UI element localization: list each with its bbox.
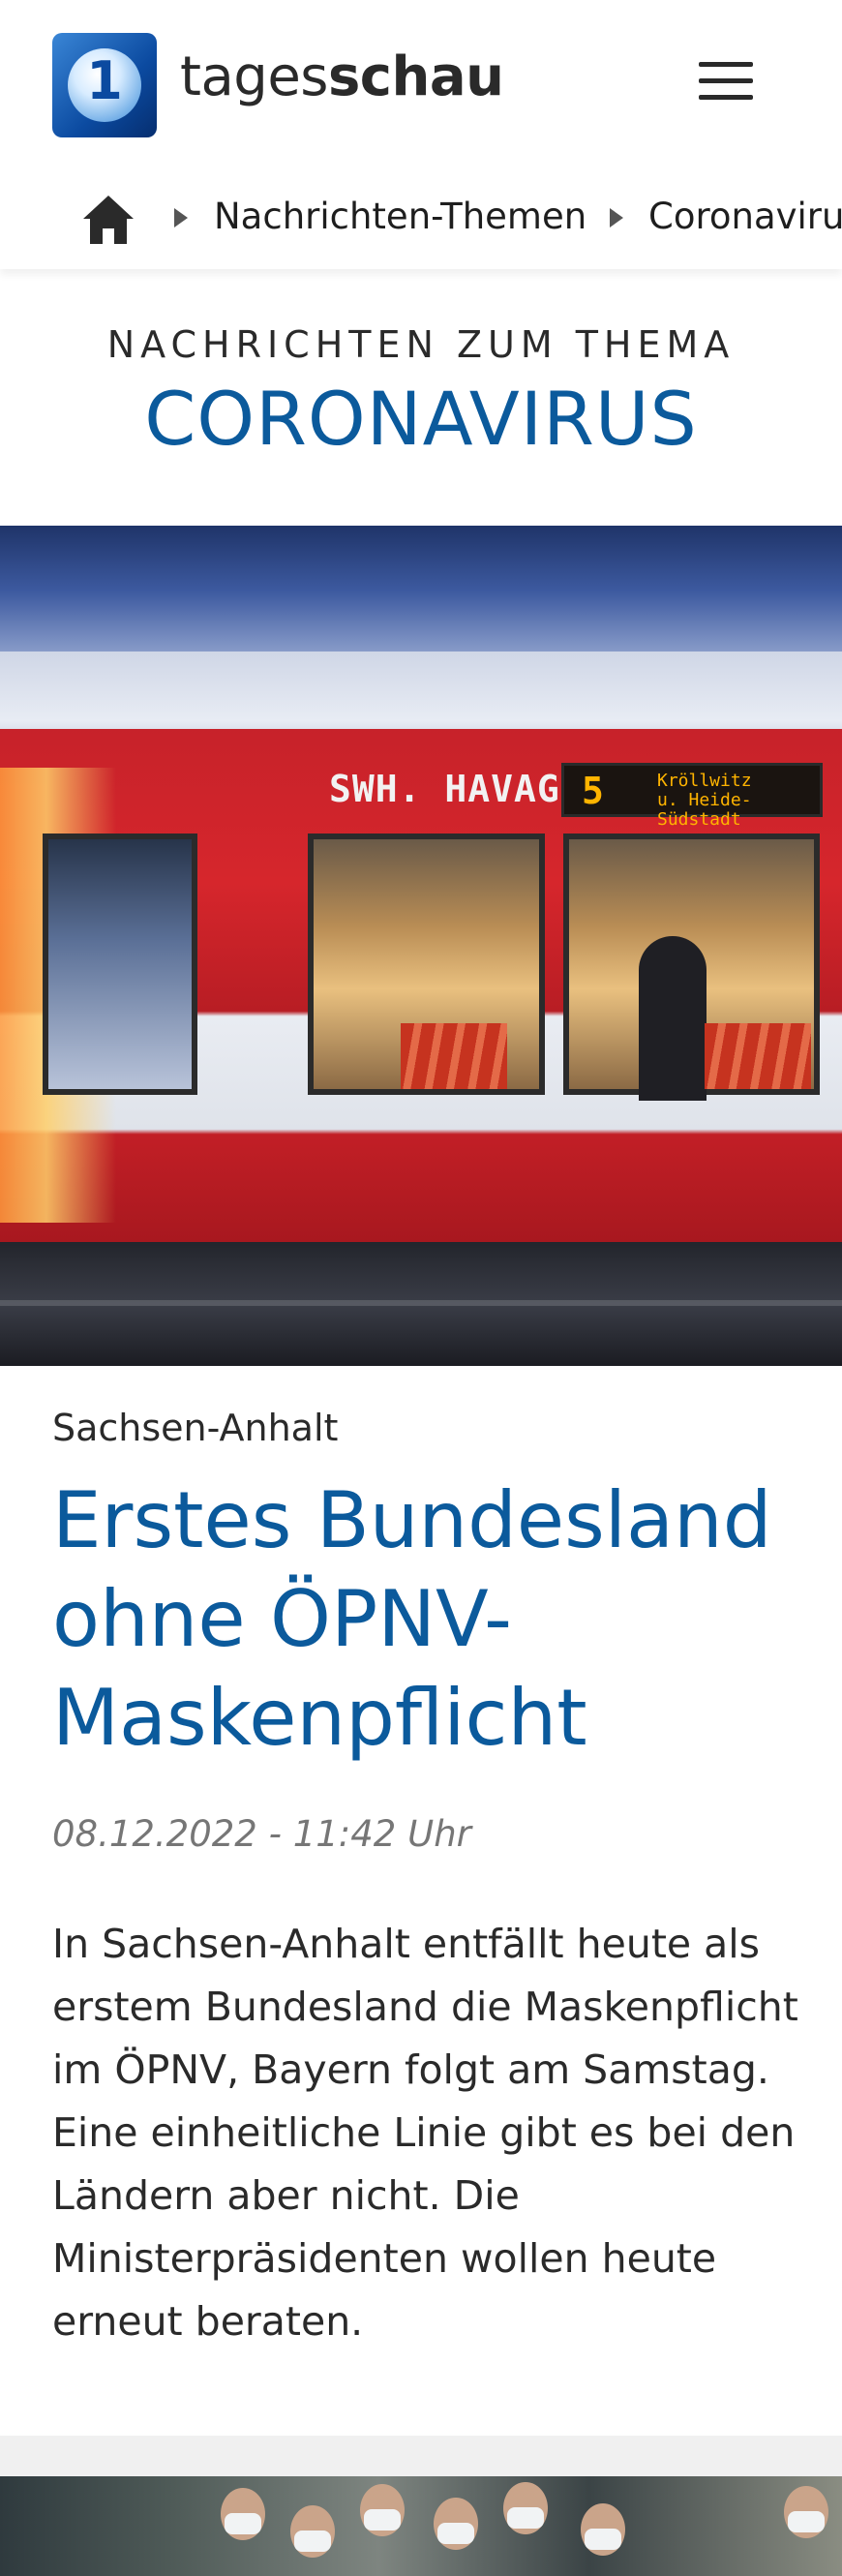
face-mask bbox=[294, 2531, 331, 2552]
tram-operator-sign: SWH. HAVAG bbox=[329, 768, 560, 810]
tram-window-middle bbox=[308, 833, 545, 1095]
face-mask bbox=[225, 2513, 261, 2534]
passenger-silhouette bbox=[639, 936, 707, 1101]
face-mask bbox=[788, 2511, 825, 2532]
face-mask bbox=[585, 2529, 621, 2550]
hamburger-menu-icon[interactable] bbox=[693, 58, 759, 105]
teaser-image-tram[interactable]: SWH. HAVAG 5 Kröllwitz u. Heide-Südstadt bbox=[0, 526, 842, 1366]
article-teaser-text: In Sachsen-Anhalt entfällt heute als ers… bbox=[52, 1921, 798, 2345]
tram-seat bbox=[401, 1023, 507, 1089]
tram-window-front bbox=[43, 833, 197, 1095]
image-road-line bbox=[0, 1300, 842, 1306]
face-mask bbox=[437, 2523, 474, 2544]
tram-destination-display: 5 Kröllwitz u. Heide-Südstadt bbox=[561, 763, 823, 830]
breadcrumb-item-nachrichten-themen[interactable]: Nachrichten-Themen bbox=[214, 196, 586, 237]
tagesschau-logo-icon[interactable]: 1 bbox=[52, 33, 157, 137]
home-icon[interactable] bbox=[81, 194, 135, 246]
face-mask bbox=[364, 2509, 401, 2531]
menu-line bbox=[699, 95, 753, 100]
tram-line-number: 5 bbox=[582, 770, 604, 812]
chevron-right-icon bbox=[174, 208, 188, 227]
tram-window-rear bbox=[563, 833, 820, 1101]
article-headline[interactable]: Erstes Bundesland ohne ÖPNV-Maskenpflich… bbox=[52, 1471, 807, 1768]
brand-bold: schau bbox=[327, 45, 504, 108]
brand-wordmark[interactable]: tagesschau bbox=[180, 50, 504, 105]
brand-regular: tages bbox=[180, 45, 328, 108]
breadcrumb: Nachrichten-Themen Coronavirus bbox=[0, 165, 842, 269]
tram-seat bbox=[705, 1023, 811, 1089]
article-roof-line: Sachsen-Anhalt bbox=[52, 1407, 339, 1449]
site-header: 1 tagesschau bbox=[0, 0, 842, 165]
tram-destination-line1: Kröllwitz bbox=[657, 771, 752, 791]
chevron-right-icon bbox=[610, 208, 623, 227]
tram-destination-line2: u. Heide-Südstadt bbox=[657, 790, 752, 830]
section-divider bbox=[0, 2436, 842, 2476]
menu-line bbox=[699, 62, 753, 67]
next-teaser-image-crowd[interactable] bbox=[0, 2476, 842, 2576]
breadcrumb-item-coronavirus[interactable]: Coronavirus bbox=[648, 196, 842, 237]
topic-kicker: NACHRICHTEN ZUM THEMA bbox=[106, 323, 736, 366]
article-date: 08.12.2022 - 11:42 Uhr bbox=[52, 1813, 471, 1855]
logo-one-glyph: 1 bbox=[86, 50, 123, 111]
topic-title: CORONAVIRUS bbox=[144, 376, 698, 462]
tram-destination: Kröllwitz u. Heide-Südstadt bbox=[657, 772, 820, 830]
face-mask bbox=[507, 2507, 544, 2529]
menu-line bbox=[699, 78, 753, 83]
